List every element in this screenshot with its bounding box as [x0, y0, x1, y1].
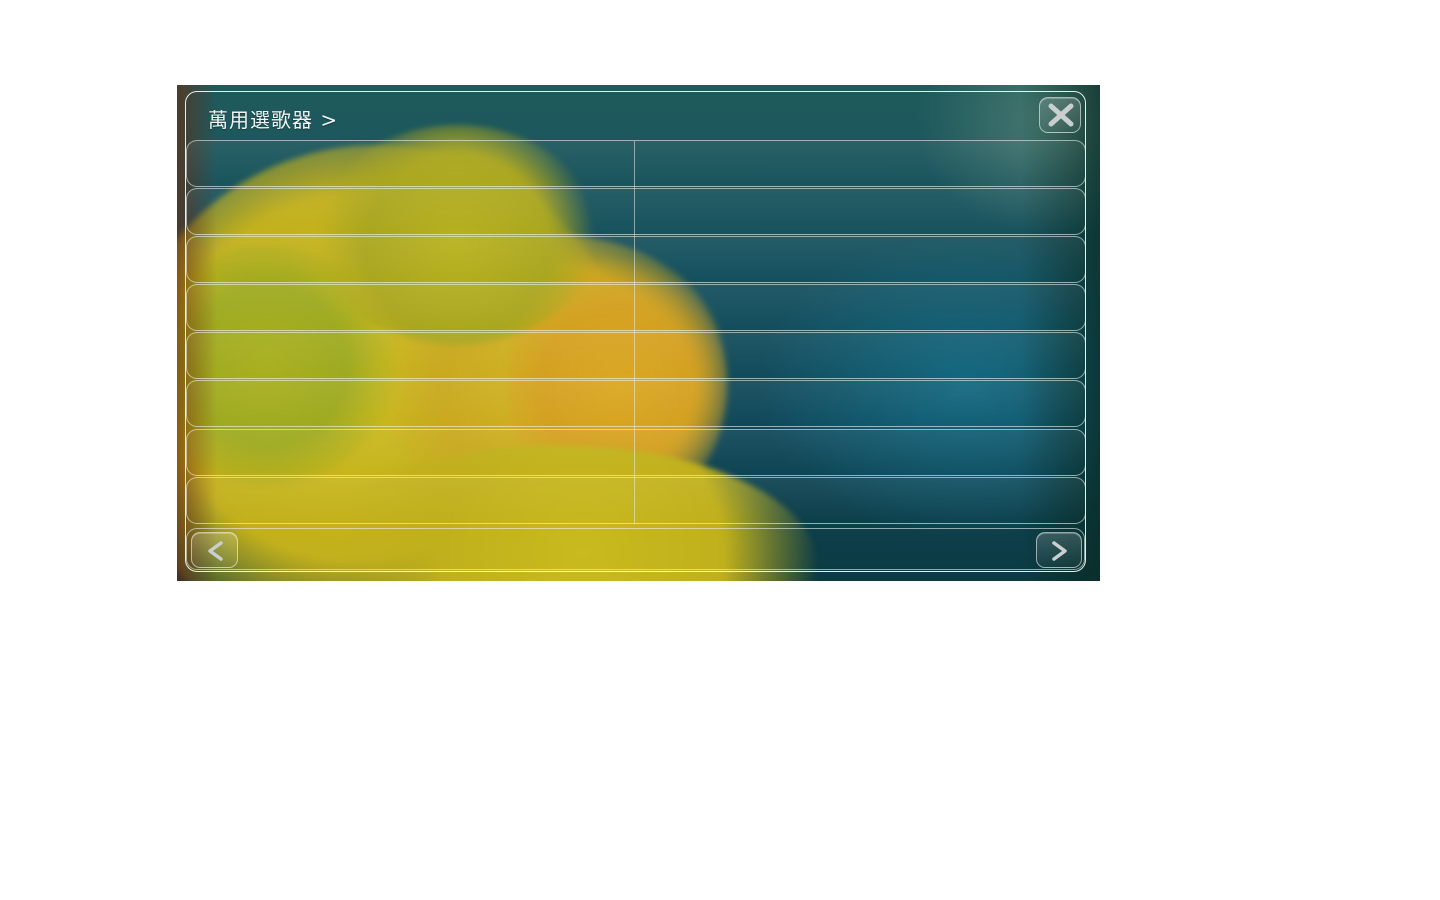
close-x-icon	[1048, 103, 1074, 127]
list-row[interactable]	[186, 476, 1086, 524]
row-right-cell	[649, 237, 1069, 282]
row-left-cell	[201, 381, 621, 426]
row-right-cell	[649, 285, 1069, 330]
list-row[interactable]	[186, 188, 1086, 236]
song-list	[186, 140, 1086, 525]
row-left-cell	[201, 285, 621, 330]
row-right-cell	[649, 430, 1069, 475]
list-row[interactable]	[186, 284, 1086, 332]
next-page-button[interactable]	[1036, 532, 1082, 568]
chevron-left-icon	[208, 541, 223, 561]
list-row[interactable]	[186, 428, 1086, 476]
previous-page-button[interactable]	[191, 532, 238, 568]
row-left-cell	[201, 430, 621, 475]
row-left-cell	[201, 478, 621, 523]
row-right-cell	[649, 478, 1069, 523]
list-row[interactable]	[186, 140, 1086, 187]
row-left-cell	[201, 189, 621, 234]
row-left-cell	[201, 333, 621, 378]
close-button[interactable]	[1039, 97, 1081, 133]
row-right-cell	[649, 141, 1069, 186]
song-picker-window: 萬用選歌器 >	[177, 85, 1100, 581]
pagination-bar	[186, 528, 1085, 570]
row-left-cell	[201, 141, 621, 186]
list-row[interactable]	[186, 332, 1086, 380]
chevron-right-icon	[1052, 541, 1067, 561]
list-row[interactable]	[186, 380, 1086, 428]
column-divider	[634, 141, 635, 524]
list-row[interactable]	[186, 236, 1086, 284]
row-right-cell	[649, 189, 1069, 234]
row-right-cell	[649, 333, 1069, 378]
row-right-cell	[649, 381, 1069, 426]
row-left-cell	[201, 237, 621, 282]
window-title: 萬用選歌器 >	[208, 108, 339, 132]
